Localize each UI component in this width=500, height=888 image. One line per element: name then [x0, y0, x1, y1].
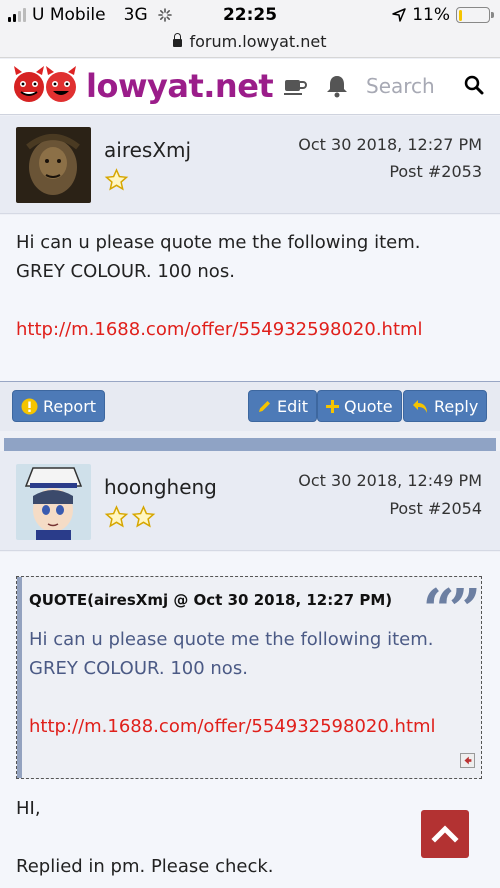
username[interactable]: hoongheng: [104, 475, 217, 499]
reply-arrow-icon: [413, 399, 427, 413]
quote-button[interactable]: Quote: [317, 390, 402, 422]
go-to-quote-icon[interactable]: [460, 753, 475, 768]
post-text: HI, Replied in pm. Please check.: [16, 794, 274, 881]
post-divider: [4, 438, 496, 451]
rank-stars: [104, 505, 156, 529]
post-header: airesXmj Oct 30 2018, 12:27 PM Post #205…: [0, 116, 500, 214]
post-actions: Report Edit Quote Reply: [0, 381, 500, 431]
post-number[interactable]: Post #2053: [389, 162, 482, 181]
logo-devil-icon[interactable]: [12, 65, 46, 105]
plus-icon: [326, 399, 339, 413]
bell-icon[interactable]: [324, 73, 350, 99]
report-label: Report: [43, 396, 97, 416]
rank-stars: [104, 168, 129, 192]
edit-button[interactable]: Edit: [248, 390, 317, 422]
coffee-icon[interactable]: [282, 73, 308, 99]
post-text-line: Hi can u please quote me the following i…: [16, 232, 421, 253]
logo-devil-icon[interactable]: [44, 65, 78, 105]
post-date: Oct 30 2018, 12:27 PM: [298, 135, 482, 154]
battery-icon: [456, 7, 494, 23]
reply-label: Reply: [434, 396, 479, 416]
quote-block: QUOTE(airesXmj @ Oct 30 2018, 12:27 PM) …: [16, 576, 482, 779]
post-header: hoongheng Oct 30 2018, 12:49 PM Post #20…: [0, 451, 500, 551]
quote-link[interactable]: http://m.1688.com/offer/554932598020.htm…: [29, 712, 436, 741]
star-icon: [104, 505, 129, 528]
location-arrow-icon: [392, 8, 406, 22]
search-icon[interactable]: [464, 75, 484, 95]
url-bar[interactable]: forum.lowyat.net: [0, 32, 500, 58]
battery-percent: 11%: [412, 5, 450, 25]
lock-icon: [173, 33, 183, 47]
post-text-line: GREY COLOUR. 100 nos.: [16, 261, 235, 282]
site-header: lowyat.net Search: [0, 59, 500, 115]
search-input[interactable]: Search: [366, 74, 435, 98]
star-icon: [104, 168, 129, 191]
post-text-line: Replied in pm. Please check.: [16, 856, 274, 877]
star-icon: [131, 505, 156, 528]
scroll-to-top-button[interactable]: [421, 810, 469, 858]
quote-text-line: GREY COLOUR. 100 nos.: [29, 658, 248, 679]
quote-label: Quote: [344, 396, 393, 416]
username[interactable]: airesXmj: [104, 138, 191, 162]
quote-bar: [17, 577, 22, 778]
post-text-line: HI,: [16, 798, 41, 819]
pencil-icon: [259, 400, 270, 412]
reply-button[interactable]: Reply: [403, 390, 488, 422]
warning-icon: [21, 398, 38, 414]
quote-title: QUOTE(airesXmj @ Oct 30 2018, 12:27 PM): [29, 591, 393, 609]
post-link[interactable]: http://m.1688.com/offer/554932598020.htm…: [16, 315, 423, 344]
avatar[interactable]: [16, 127, 91, 203]
status-bar: U Mobile 3G 22:25 11%: [0, 0, 500, 32]
avatar[interactable]: [16, 464, 91, 540]
report-button[interactable]: Report: [12, 390, 106, 422]
post-number[interactable]: Post #2054: [389, 499, 482, 518]
post-body: Hi can u please quote me the following i…: [0, 215, 500, 381]
edit-label: Edit: [277, 396, 308, 416]
post-date: Oct 30 2018, 12:49 PM: [298, 471, 482, 490]
quote-text-line: Hi can u please quote me the following i…: [29, 629, 434, 650]
url-text: forum.lowyat.net: [189, 32, 327, 51]
chevron-up-icon: [431, 825, 459, 843]
site-logo[interactable]: lowyat.net: [86, 67, 274, 105]
